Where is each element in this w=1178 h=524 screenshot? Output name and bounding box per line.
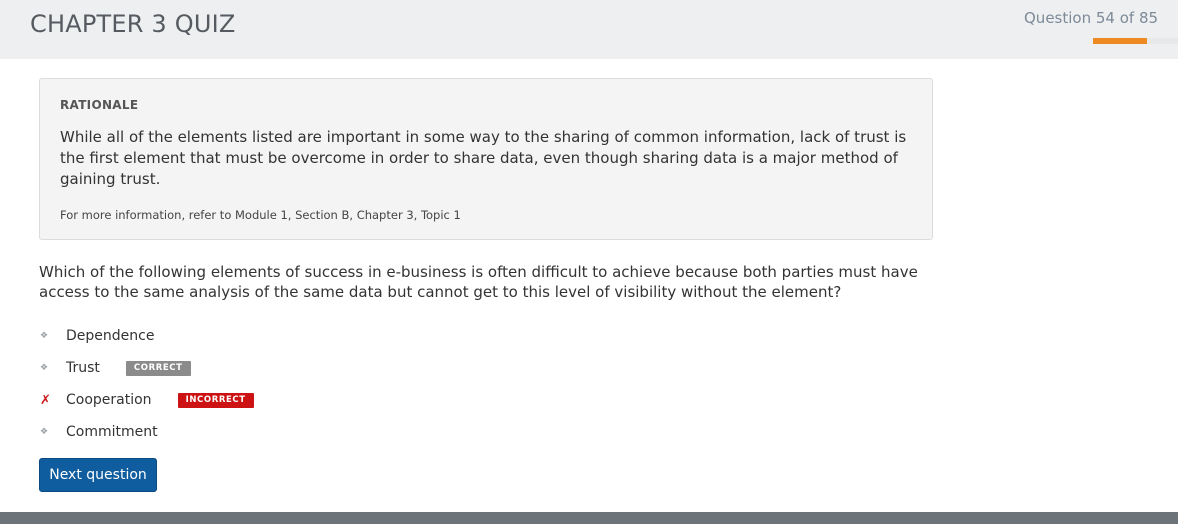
answer-label: Cooperation bbox=[66, 392, 152, 408]
question-progress-text: Question 54 of 85 bbox=[1024, 9, 1159, 27]
next-question-button[interactable]: Next question bbox=[39, 458, 157, 492]
answer-label: Trust bbox=[66, 360, 100, 376]
quiz-title: CHAPTER 3 QUIZ bbox=[30, 10, 236, 38]
answer-list: ❖ Dependence ❖ Trust CORRECT ✗ Cooperati… bbox=[39, 320, 254, 448]
rationale-panel: RATIONALE While all of the elements list… bbox=[39, 78, 933, 240]
answer-option-trust: ❖ Trust CORRECT bbox=[39, 352, 254, 384]
answer-option-cooperation: ✗ Cooperation INCORRECT bbox=[39, 384, 254, 416]
answer-option-commitment: ❖ Commitment bbox=[39, 416, 254, 448]
rationale-reference: For more information, refer to Module 1,… bbox=[60, 208, 461, 222]
quiz-header: CHAPTER 3 QUIZ Question 54 of 85 bbox=[0, 0, 1178, 59]
progress-bar bbox=[1093, 38, 1178, 44]
rationale-heading: RATIONALE bbox=[60, 98, 139, 112]
answer-label: Dependence bbox=[66, 328, 155, 344]
rationale-body: While all of the elements listed are imp… bbox=[60, 128, 907, 188]
answer-option-dependence: ❖ Dependence bbox=[39, 320, 254, 352]
bullet-diamond-icon: ❖ bbox=[40, 363, 49, 373]
correct-badge: CORRECT bbox=[125, 360, 191, 376]
progress-bar-fill bbox=[1093, 38, 1147, 44]
red-x-icon: ✗ bbox=[40, 392, 51, 408]
bullet-diamond-icon: ❖ bbox=[40, 427, 49, 437]
bullet-diamond-icon: ❖ bbox=[40, 331, 49, 341]
answer-label: Commitment bbox=[66, 424, 158, 440]
footer-bar bbox=[0, 512, 1178, 524]
question-text: Which of the following elements of succe… bbox=[39, 263, 918, 301]
incorrect-badge: INCORRECT bbox=[177, 392, 254, 408]
